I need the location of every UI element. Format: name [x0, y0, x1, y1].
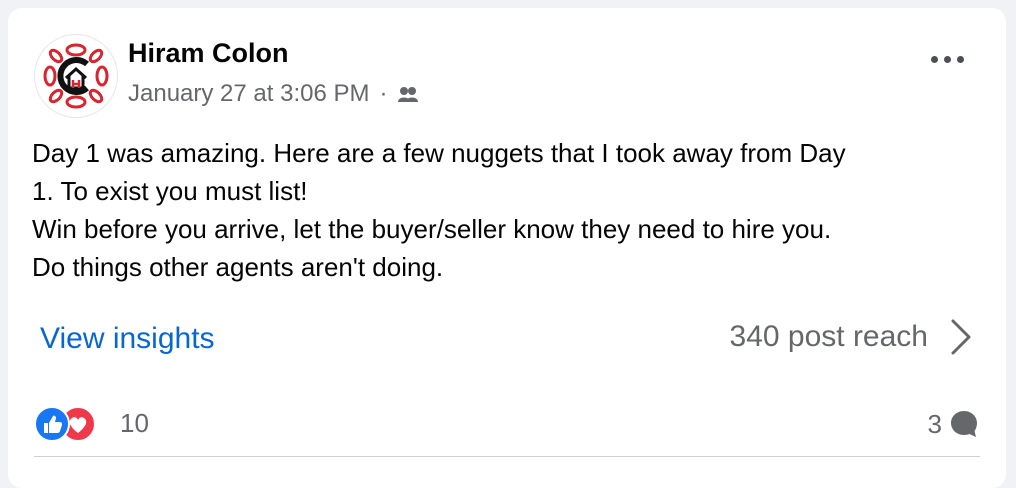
comment-icon	[951, 411, 977, 437]
post-card: Hiram Colon January 27 at 3:06 PM · Day …	[8, 8, 1006, 488]
more-options-icon[interactable]	[931, 56, 964, 63]
more-dot	[957, 56, 964, 63]
post-reach-button[interactable]: 340 post reach	[730, 318, 972, 356]
post-timestamp[interactable]: January 27 at 3:06 PM	[128, 80, 369, 108]
post-text-line: Do things other agents aren't doing.	[32, 252, 444, 282]
author-name[interactable]: Hiram Colon	[128, 38, 289, 69]
profile-avatar[interactable]	[34, 34, 118, 118]
post-meta: January 27 at 3:06 PM ·	[128, 80, 419, 108]
post-text-line: Day 1 was amazing. Here are a few nugget…	[32, 138, 846, 168]
chevron-right-icon	[951, 319, 971, 355]
post-reach-label: 340 post reach	[729, 320, 928, 353]
post-text: Day 1 was amazing. Here are a few nugget…	[32, 134, 992, 286]
post-text-line: Win before you arrive, let the buyer/sel…	[32, 214, 832, 244]
logo-icon	[43, 43, 109, 109]
reactions-summary[interactable]: 10	[34, 406, 149, 442]
reaction-count: 10	[120, 407, 149, 438]
post-text-line: 1. To exist you must list!	[32, 176, 308, 206]
more-dot	[931, 56, 938, 63]
like-icon	[34, 406, 70, 442]
more-dot	[944, 56, 951, 63]
action-divider	[34, 456, 980, 457]
comment-count: 3	[927, 408, 942, 439]
view-insights-link[interactable]: View insights	[40, 322, 215, 356]
meta-separator: ·	[379, 80, 388, 107]
friends-icon[interactable]	[397, 83, 419, 105]
comment-count-button[interactable]: 3	[928, 408, 980, 440]
reaction-icons	[34, 406, 106, 442]
